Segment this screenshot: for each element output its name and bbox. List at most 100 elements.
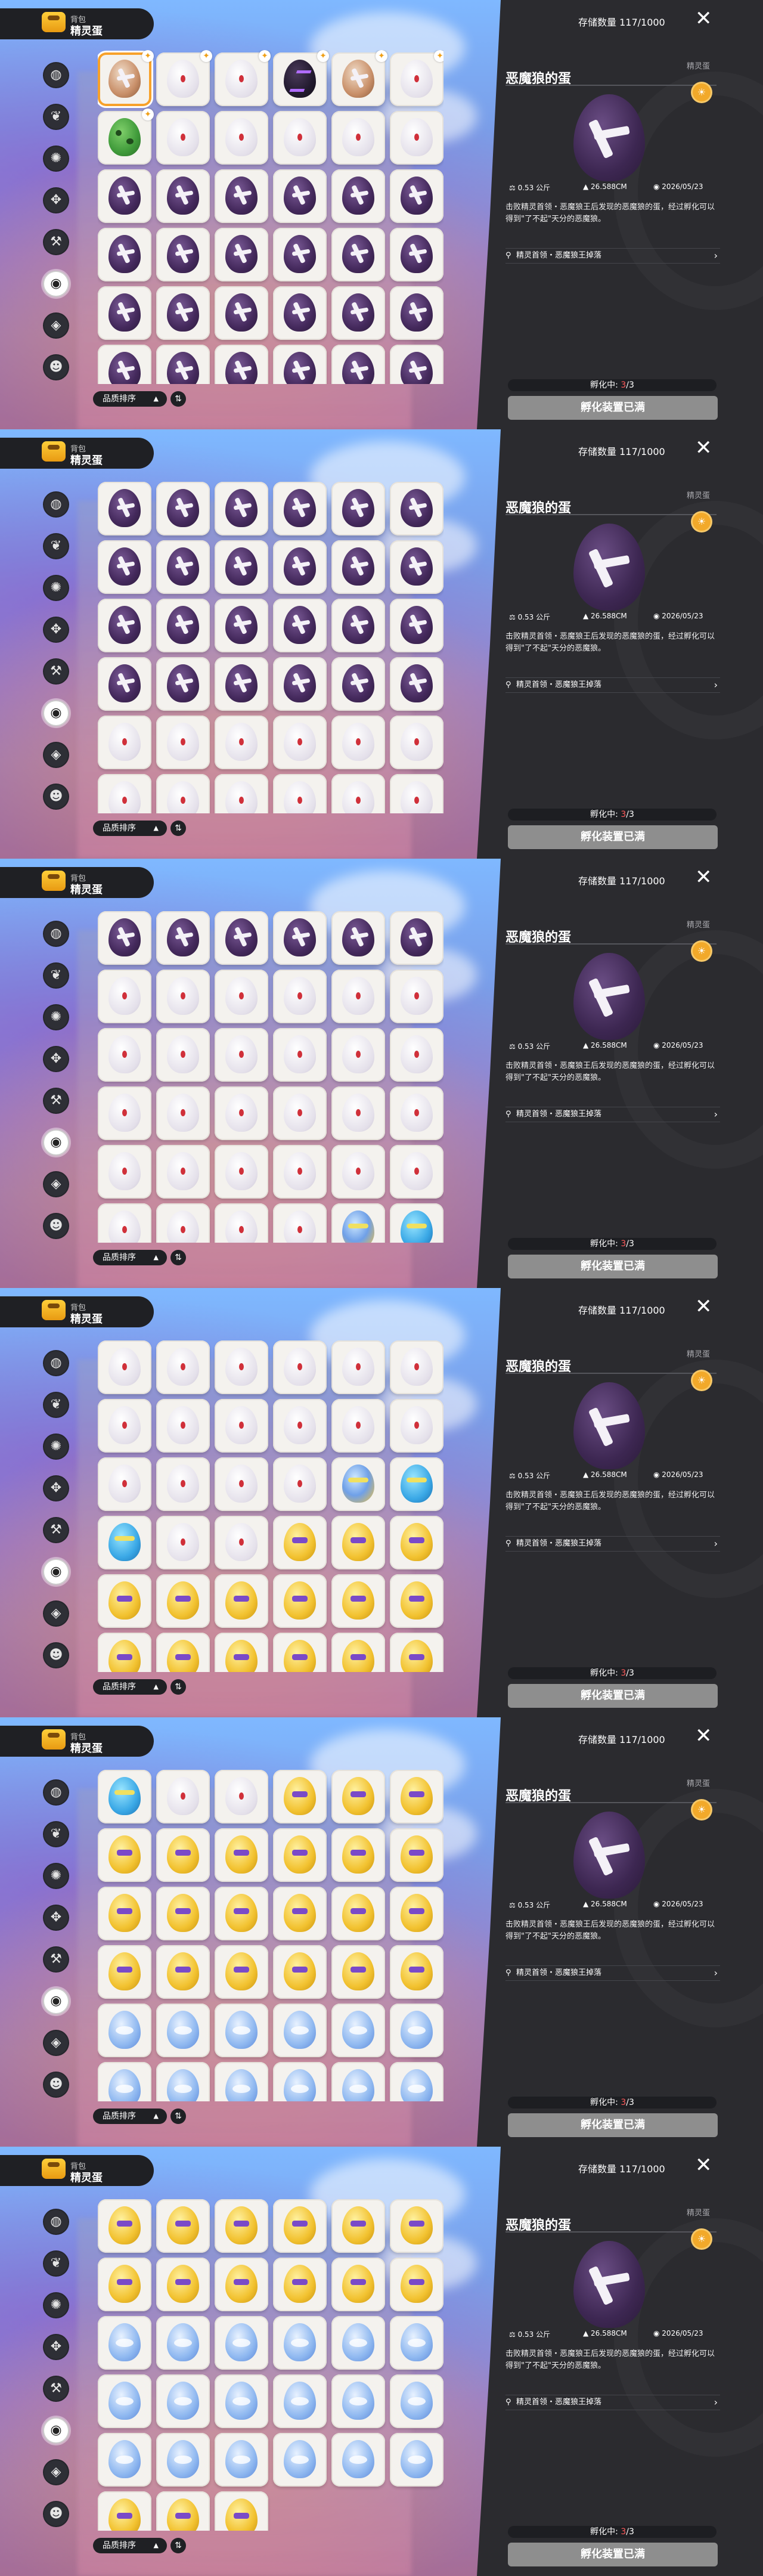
sidebar-leaf-tab[interactable]: ❦ — [43, 104, 69, 130]
egg-slot[interactable] — [98, 1399, 151, 1453]
sidebar-egg-tab[interactable]: ◉ — [43, 1988, 69, 2014]
sidebar-tool-tab[interactable]: ⚒ — [43, 2376, 69, 2402]
sidebar-claw-tab[interactable]: ✥ — [43, 1905, 69, 1931]
egg-slot[interactable] — [98, 169, 151, 223]
hatch-full-button[interactable]: 孵化装置已满 — [508, 2113, 718, 2137]
egg-slot[interactable]: ✦ — [390, 50, 443, 106]
close-button[interactable]: ✕ — [695, 2155, 712, 2175]
egg-slot[interactable] — [390, 482, 443, 535]
egg-slot[interactable] — [331, 1945, 385, 1999]
sidebar-egg-tab[interactable]: ◉ — [43, 700, 69, 726]
egg-slot[interactable]: ✦ — [98, 109, 154, 165]
egg-slot[interactable] — [215, 1086, 268, 1140]
egg-slot[interactable] — [273, 716, 327, 769]
egg-slot[interactable] — [331, 2433, 385, 2487]
egg-source-row[interactable]: ⚲ 精灵首领・恶魔狼王掉落 › — [505, 2395, 720, 2410]
egg-slot[interactable] — [215, 1145, 268, 1199]
egg-source-row[interactable]: ⚲ 精灵首领・恶魔狼王掉落 › — [505, 248, 720, 264]
egg-slot[interactable] — [215, 1399, 268, 1453]
egg-slot[interactable] — [331, 1028, 385, 1082]
sidebar-fire-tab[interactable]: ✺ — [43, 145, 69, 172]
egg-slot[interactable] — [331, 1145, 385, 1199]
egg-slot[interactable] — [331, 1574, 385, 1628]
close-button[interactable]: ✕ — [695, 438, 712, 458]
egg-slot[interactable] — [98, 2004, 151, 2057]
egg-slot[interactable] — [156, 1399, 210, 1453]
sort-toggle-button[interactable]: ⇅ — [170, 2538, 186, 2553]
egg-slot[interactable] — [215, 2199, 268, 2253]
egg-slot[interactable] — [331, 540, 385, 594]
egg-slot[interactable] — [215, 1457, 268, 1511]
egg-slot[interactable] — [98, 970, 151, 1023]
egg-slot[interactable] — [390, 657, 443, 711]
egg-slot[interactable] — [331, 2004, 385, 2057]
egg-slot[interactable] — [156, 970, 210, 1023]
egg-slot[interactable] — [390, 1399, 443, 1453]
egg-slot[interactable] — [98, 1770, 151, 1823]
egg-slot[interactable] — [273, 1887, 327, 1940]
close-button[interactable]: ✕ — [695, 1296, 712, 1317]
egg-slot[interactable]: ✦ — [331, 50, 387, 106]
sidebar-claw-tab[interactable]: ✥ — [43, 187, 69, 213]
egg-slot[interactable] — [331, 2199, 385, 2253]
egg-slot[interactable] — [215, 774, 268, 813]
egg-slot[interactable] — [273, 911, 327, 965]
egg-slot[interactable] — [98, 716, 151, 769]
egg-slot[interactable] — [390, 2433, 443, 2487]
sidebar-tool-tab[interactable]: ⚒ — [43, 658, 69, 685]
sort-toggle-button[interactable]: ⇅ — [170, 1250, 186, 1265]
egg-slot[interactable] — [331, 970, 385, 1023]
sort-quality-button[interactable]: 品质排序 ▲ — [93, 1250, 167, 1265]
egg-slot[interactable] — [215, 2004, 268, 2057]
sidebar-face-tab[interactable]: ☻ — [43, 1642, 69, 1668]
egg-slot[interactable] — [215, 345, 268, 384]
egg-slot[interactable] — [156, 2258, 210, 2311]
egg-slot[interactable] — [331, 2062, 385, 2101]
sidebar-face-tab[interactable]: ☻ — [43, 2501, 69, 2527]
egg-slot[interactable] — [156, 111, 210, 165]
egg-slot[interactable] — [215, 286, 268, 340]
egg-slot[interactable] — [390, 2316, 443, 2370]
sidebar-face-tab[interactable]: ☻ — [43, 1213, 69, 1239]
sidebar-fire-tab[interactable]: ✺ — [43, 1004, 69, 1030]
egg-slot[interactable] — [390, 1945, 443, 1999]
egg-slot[interactable] — [215, 1574, 268, 1628]
egg-slot[interactable] — [98, 1457, 151, 1511]
egg-slot[interactable] — [215, 911, 268, 965]
egg-slot[interactable] — [331, 1633, 385, 1672]
egg-slot[interactable] — [215, 540, 268, 594]
egg-slot[interactable] — [390, 111, 443, 165]
egg-slot[interactable] — [273, 1457, 327, 1511]
egg-slot[interactable] — [273, 599, 327, 652]
egg-slot[interactable] — [156, 1086, 210, 1140]
egg-slot[interactable]: ✦ — [98, 50, 154, 106]
egg-slot[interactable] — [98, 1340, 151, 1394]
egg-slot[interactable] — [215, 1770, 268, 1823]
egg-slot[interactable] — [390, 1028, 443, 1082]
sidebar-bag-tab[interactable]: ◍ — [43, 1779, 69, 1806]
sidebar-pot-tab[interactable]: ◈ — [43, 2459, 69, 2485]
egg-slot[interactable] — [98, 540, 151, 594]
sidebar-bag-tab[interactable]: ◍ — [43, 921, 69, 947]
egg-source-row[interactable]: ⚲ 精灵首领・恶魔狼王掉落 › — [505, 1536, 720, 1552]
egg-slot[interactable] — [98, 1945, 151, 1999]
hatch-full-button[interactable]: 孵化装置已满 — [508, 396, 718, 420]
egg-slot[interactable] — [273, 1828, 327, 1882]
egg-slot[interactable] — [390, 774, 443, 813]
egg-slot[interactable] — [215, 1828, 268, 1882]
egg-slot[interactable] — [156, 2433, 210, 2487]
egg-slot[interactable] — [215, 1028, 268, 1082]
egg-slot[interactable] — [156, 1828, 210, 1882]
sidebar-egg-tab[interactable]: ◉ — [43, 271, 69, 297]
sidebar-leaf-tab[interactable]: ❦ — [43, 1392, 69, 1418]
egg-slot[interactable] — [98, 1574, 151, 1628]
egg-slot[interactable] — [390, 1633, 443, 1672]
egg-slot[interactable] — [273, 482, 327, 535]
egg-slot[interactable] — [390, 2062, 443, 2101]
sort-quality-button[interactable]: 品质排序 ▲ — [93, 1679, 167, 1695]
egg-slot[interactable] — [156, 1945, 210, 1999]
egg-slot[interactable] — [273, 2258, 327, 2311]
egg-slot[interactable] — [156, 1516, 210, 1569]
egg-slot[interactable] — [98, 1633, 151, 1672]
egg-slot[interactable] — [156, 911, 210, 965]
